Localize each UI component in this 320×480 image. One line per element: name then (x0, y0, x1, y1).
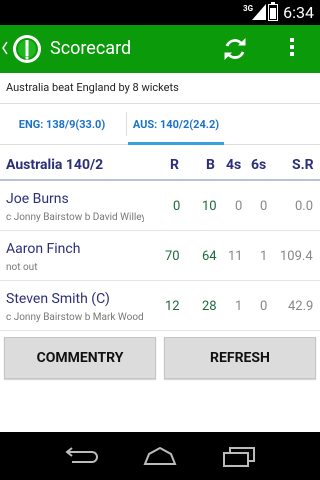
strike-rate: 42.9 (288, 299, 314, 314)
status-bar: 3G 6:34 (0, 0, 320, 25)
battery-icon (268, 2, 278, 21)
team-score: Australia 140/2 (6, 157, 104, 173)
commentary-button[interactable]: COMMENTRY (4, 337, 156, 379)
runs: 70 (165, 249, 180, 264)
batting-table: Australia 140/2 R B 4s 6s S.R Joe Burns … (0, 149, 320, 331)
dismissal: c Jonny Bairstow b Mark Wood (6, 312, 144, 323)
tab-divider (126, 112, 127, 136)
fours: 0 (235, 199, 243, 214)
tab-selected-indicator (128, 142, 224, 145)
recents-icon[interactable] (222, 446, 256, 468)
batsman-name: Joe Burns (6, 191, 69, 207)
app-logo-icon[interactable] (12, 34, 42, 64)
col-strike-rate: S.R (292, 157, 314, 173)
table-row[interactable]: Joe Burns c Jonny Bairstow b David Wille… (0, 181, 320, 231)
col-balls: B (206, 157, 215, 173)
scorecard-content: Australia beat England by 8 wickets ENG:… (0, 73, 320, 432)
back-icon[interactable] (62, 446, 98, 468)
runs: 12 (165, 299, 180, 314)
col-runs: R (170, 157, 179, 173)
innings-tabs: ENG: 138/9(33.0) AUS: 140/2(24.2) (0, 103, 320, 145)
fours: 1 (235, 299, 243, 314)
col-sixes: 6s (251, 157, 267, 173)
tab-label: ENG: 138/9(33.0) (18, 117, 106, 131)
overflow-menu-icon[interactable] (287, 38, 297, 60)
dismissal: c Jonny Bairstow b David Willey (6, 212, 144, 223)
balls: 28 (202, 299, 217, 314)
batsman-name: Aaron Finch (6, 241, 81, 257)
sixes: 0 (260, 299, 268, 314)
table-row[interactable]: Steven Smith (C) c Jonny Bairstow b Mark… (0, 281, 320, 331)
balls: 64 (202, 249, 217, 264)
sixes: 0 (260, 199, 268, 214)
strike-rate: 109.4 (280, 249, 313, 264)
runs: 0 (173, 199, 181, 214)
match-result: Australia beat England by 8 wickets (6, 81, 179, 94)
col-fours: 4s (226, 157, 242, 173)
refresh-icon[interactable] (222, 36, 248, 62)
dismissal: not out (6, 262, 38, 273)
tab-eng-innings[interactable]: ENG: 138/9(33.0) (0, 104, 124, 144)
refresh-button[interactable]: REFRESH (164, 337, 316, 379)
table-header: Australia 140/2 R B 4s 6s S.R (0, 149, 320, 181)
page-title: Scorecard (50, 38, 132, 59)
table-row[interactable]: Aaron Finch not out 70 64 11 1 109.4 (0, 231, 320, 281)
strike-rate: 0.0 (295, 199, 314, 214)
clock: 6:34 (283, 3, 314, 22)
action-bar: Scorecard (0, 25, 320, 73)
signal-icon (252, 4, 266, 20)
tab-aus-innings[interactable]: AUS: 140/2(24.2) (128, 104, 224, 145)
tab-label: AUS: 140/2(24.2) (132, 117, 220, 131)
sixes: 1 (260, 249, 268, 264)
fours: 11 (228, 249, 243, 264)
navigation-bar (0, 432, 320, 480)
home-icon[interactable] (141, 446, 179, 466)
batsman-name: Steven Smith (C) (6, 291, 110, 307)
action-buttons: COMMENTRY REFRESH (0, 337, 320, 379)
up-caret-icon[interactable] (2, 41, 8, 55)
balls: 10 (202, 199, 217, 214)
